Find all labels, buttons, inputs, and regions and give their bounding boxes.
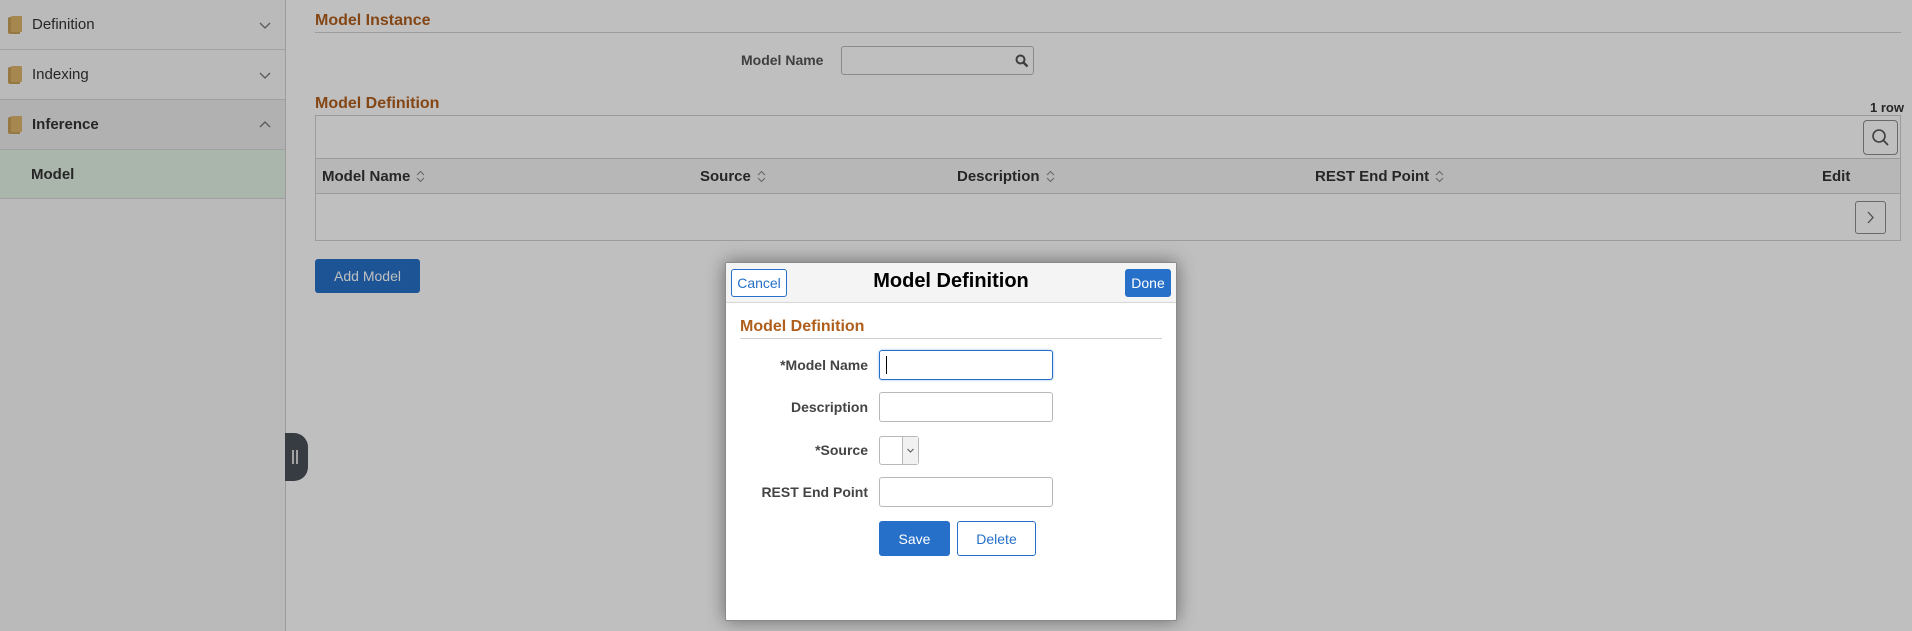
- modal-title: Model Definition: [873, 270, 1029, 292]
- source-label: *Source: [815, 442, 868, 458]
- save-button[interactable]: Save: [879, 521, 950, 556]
- source-select[interactable]: [879, 436, 919, 465]
- model-name-input[interactable]: [879, 350, 1053, 380]
- rest-end-point-label: REST End Point: [761, 484, 868, 500]
- delete-button[interactable]: Delete: [957, 521, 1036, 556]
- model-definition-modal: Cancel Model Definition Done Model Defin…: [725, 262, 1177, 621]
- description-label: Description: [790, 399, 868, 415]
- modal-section-title: Model Definition: [740, 318, 865, 335]
- text-caret: [886, 356, 887, 374]
- chevron-down-icon: [907, 448, 914, 453]
- dropdown-button[interactable]: [902, 437, 918, 464]
- description-input[interactable]: [879, 392, 1053, 422]
- divider: [740, 338, 1162, 339]
- model-name-label: *Model Name: [780, 357, 868, 373]
- done-button[interactable]: Done: [1125, 269, 1171, 297]
- modal-header: Cancel Model Definition Done: [726, 263, 1176, 303]
- rest-end-point-input[interactable]: [879, 477, 1053, 507]
